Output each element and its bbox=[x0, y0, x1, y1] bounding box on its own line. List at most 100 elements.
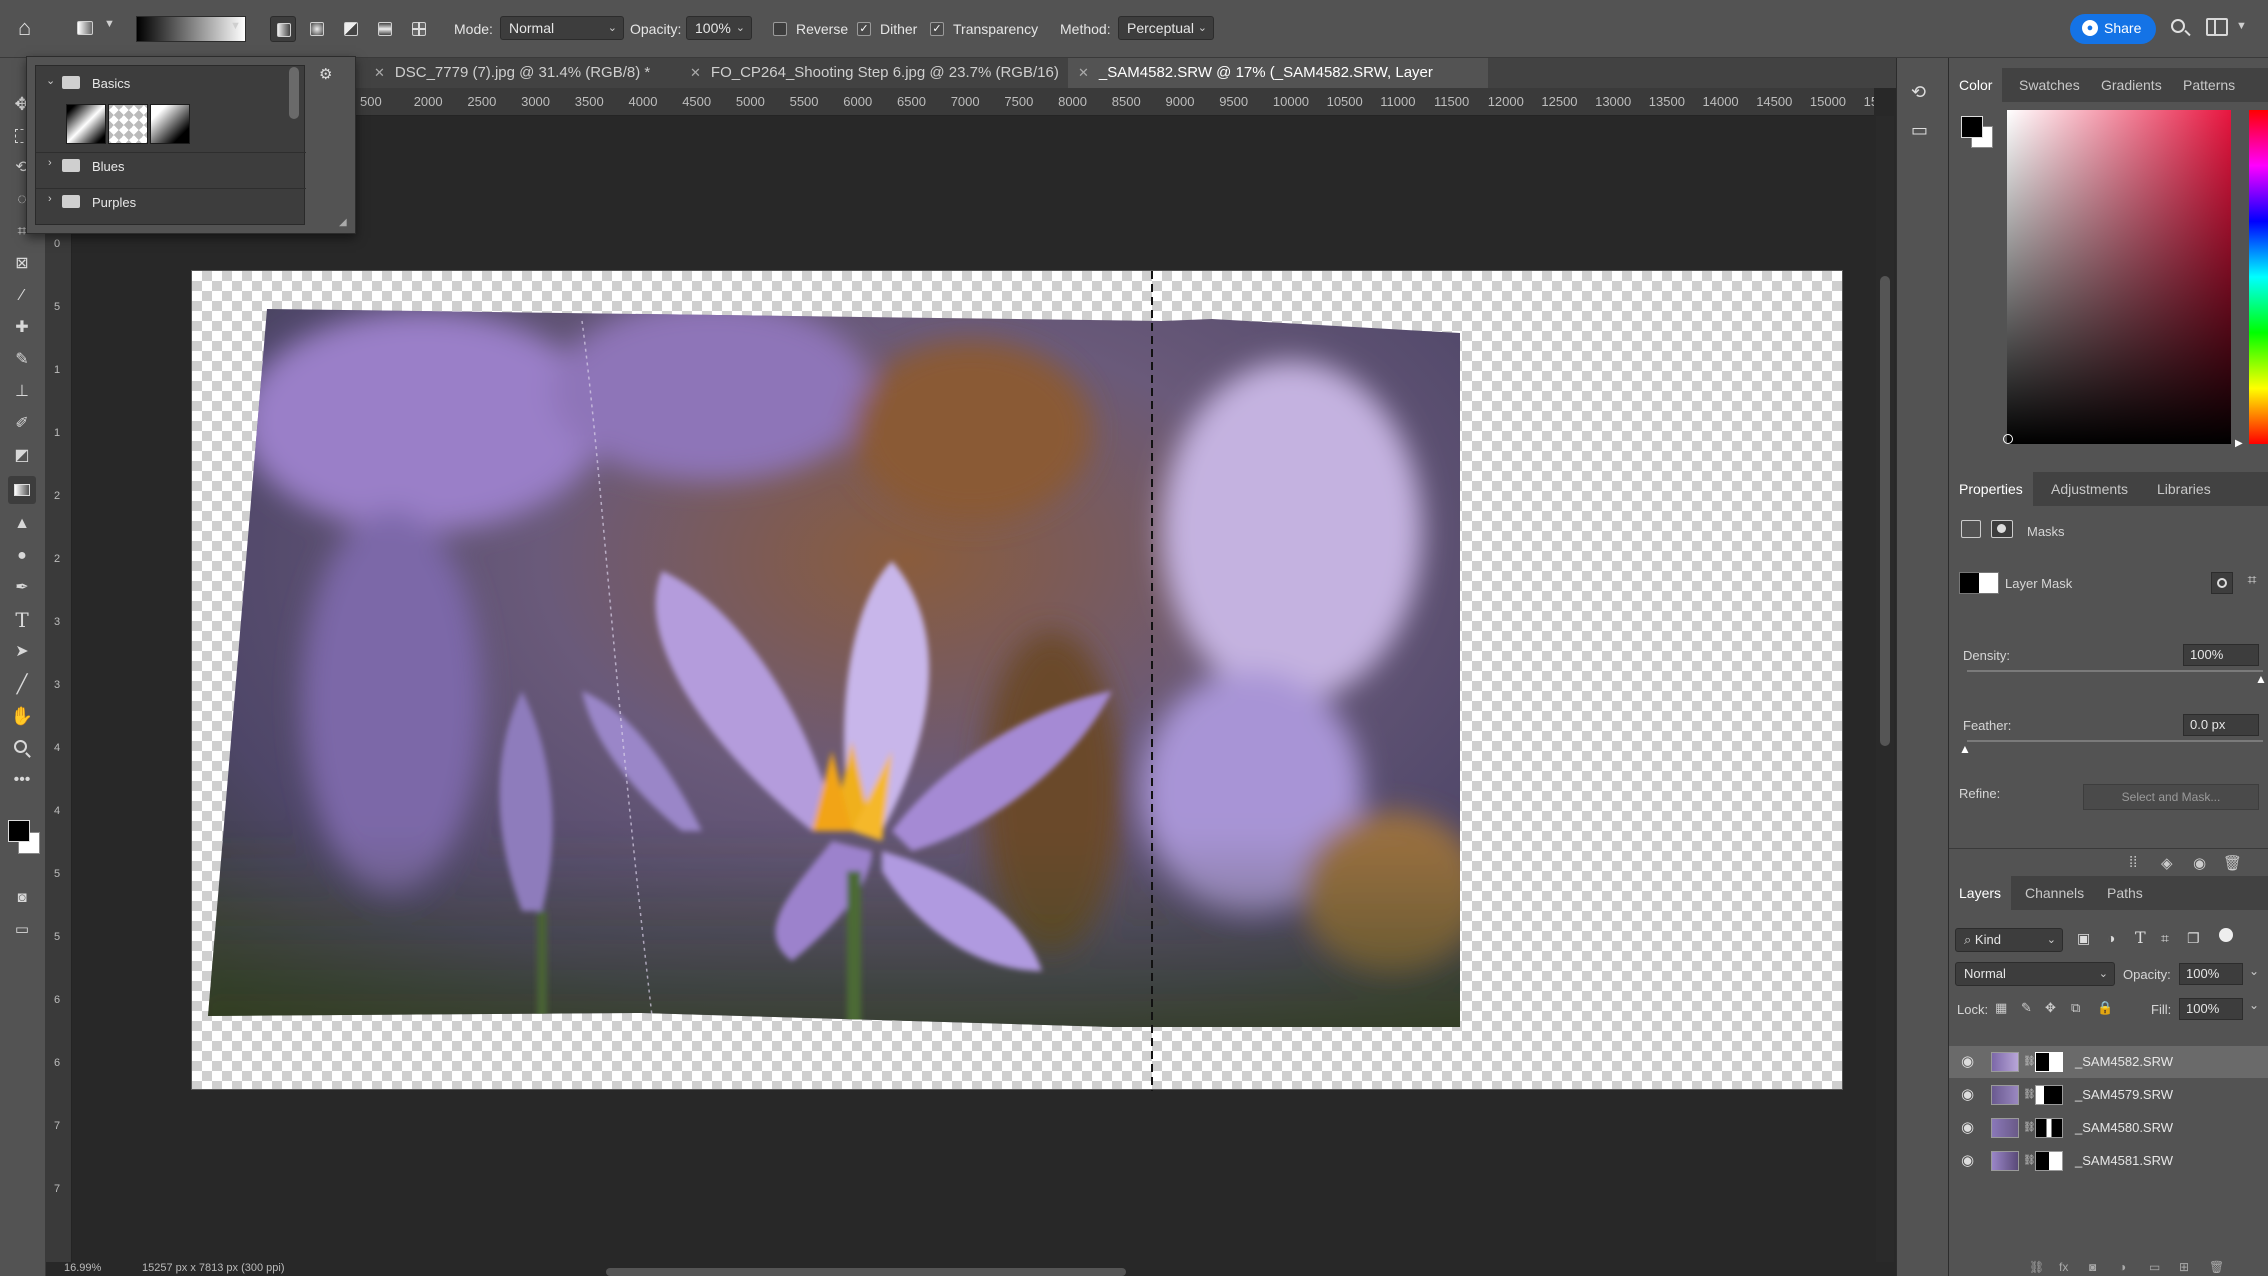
group-icon[interactable]: ▭ bbox=[2149, 1260, 2160, 1274]
hand-tool-icon[interactable]: ✋ bbox=[8, 702, 36, 730]
folder-basics[interactable]: ⌄ Basics bbox=[36, 72, 306, 94]
trash-icon[interactable]: 🗑 bbox=[2223, 854, 2242, 872]
layer-row[interactable]: ◉ ⛓ _SAM4581.SRW bbox=[1949, 1145, 2268, 1177]
filter-type-icon[interactable]: T bbox=[2135, 928, 2146, 947]
history-brush-tool-icon[interactable]: ✐ bbox=[8, 410, 36, 438]
zoom-tool-icon[interactable] bbox=[8, 734, 36, 762]
search-icon[interactable] bbox=[2168, 14, 2192, 42]
eye-icon[interactable]: ◉ bbox=[1961, 1112, 1974, 1144]
quick-mask-icon[interactable]: ◙ bbox=[8, 884, 36, 912]
close-icon[interactable]: ✕ bbox=[690, 65, 701, 80]
blur-tool-icon[interactable]: ▲ bbox=[8, 510, 36, 538]
layer-mask-thumbnail[interactable] bbox=[1959, 572, 1999, 594]
tab-layers[interactable]: Layers bbox=[1949, 876, 2012, 910]
new-layer-icon[interactable]: ⊞ bbox=[2179, 1260, 2189, 1274]
eye-icon[interactable]: ◉ bbox=[1961, 1079, 1974, 1111]
reflected-gradient-icon[interactable] bbox=[372, 16, 398, 42]
filter-smart-object-icon[interactable]: ❐ bbox=[2187, 930, 2200, 947]
tab-libraries[interactable]: Libraries bbox=[2157, 472, 2211, 506]
transparency-checkbox[interactable]: ✓ bbox=[930, 22, 944, 36]
method-select[interactable]: Perceptual ⌄ bbox=[1118, 16, 1214, 40]
eye-icon[interactable]: ◉ bbox=[1961, 1046, 1974, 1078]
layer-mask-mode-icon[interactable] bbox=[1991, 520, 2013, 538]
select-and-mask-button[interactable]: Select and Mask... bbox=[2083, 784, 2259, 810]
chevron-down-icon[interactable]: ▼ bbox=[104, 18, 115, 30]
gradient-tool-preset-icon[interactable] bbox=[72, 15, 98, 41]
density-slider-handle[interactable]: ▲ bbox=[2255, 672, 2267, 686]
layer-filter-select[interactable]: ⌕ Kind ⌄ bbox=[1955, 928, 2063, 952]
folder-purples[interactable]: › Purples bbox=[36, 188, 306, 210]
select-pixels-mask-icon[interactable] bbox=[2211, 572, 2233, 594]
layer-opacity-input[interactable]: 100% bbox=[2179, 963, 2243, 985]
layer-row[interactable]: ◉ ⛓ _SAM4579.SRW bbox=[1949, 1079, 2268, 1111]
feather-slider-track[interactable] bbox=[1967, 740, 2263, 742]
fill-input[interactable]: 100% bbox=[2179, 998, 2243, 1020]
vector-mask-icon[interactable]: ⌗ bbox=[2241, 572, 2263, 594]
dodge-tool-icon[interactable]: ● bbox=[8, 542, 36, 570]
opacity-input[interactable]: 100% ⌄ bbox=[686, 16, 752, 40]
canvas-horizontal-scrollbar[interactable] bbox=[606, 1268, 1126, 1276]
pixel-mask-icon[interactable] bbox=[1961, 520, 1981, 538]
eyedropper-tool-icon[interactable]: ⁄ bbox=[8, 282, 36, 310]
gradient-swatch[interactable] bbox=[150, 104, 190, 144]
color-field[interactable] bbox=[2007, 110, 2231, 444]
color-panel-foreground[interactable] bbox=[1961, 116, 1983, 138]
brush-tool-icon[interactable]: ✎ bbox=[8, 346, 36, 374]
tab-paths[interactable]: Paths bbox=[2107, 876, 2143, 910]
close-icon[interactable]: ✕ bbox=[374, 65, 385, 80]
lock-pixels-icon[interactable]: ✎ bbox=[2021, 1000, 2032, 1016]
fx-icon[interactable]: fx bbox=[2059, 1260, 2068, 1274]
density-input[interactable]: 100% bbox=[2183, 644, 2259, 666]
tab-channels[interactable]: Channels bbox=[2025, 876, 2084, 910]
clone-stamp-tool-icon[interactable]: ⊥ bbox=[8, 378, 36, 406]
frame-tool-icon[interactable]: ⊠ bbox=[8, 250, 36, 278]
radial-gradient-icon[interactable] bbox=[304, 16, 330, 42]
chevron-down-icon[interactable]: ⌄ bbox=[2249, 998, 2259, 1012]
zoom-level[interactable]: 16.99% bbox=[64, 1262, 101, 1274]
link-icon[interactable]: ⛓ bbox=[2023, 1079, 2036, 1111]
tab-patterns[interactable]: Patterns bbox=[2183, 68, 2235, 102]
add-mask-icon[interactable]: ◙ bbox=[2089, 1260, 2096, 1274]
pen-tool-icon[interactable]: ✒ bbox=[8, 574, 36, 602]
share-button[interactable]: ● Share bbox=[2070, 14, 2156, 44]
chevron-down-icon[interactable]: ⌄ bbox=[2249, 964, 2259, 978]
filter-shape-icon[interactable]: ⌗ bbox=[2161, 930, 2169, 947]
link-icon[interactable]: ⛓ bbox=[2023, 1046, 2036, 1078]
layer-mask-thumbnail[interactable] bbox=[2035, 1118, 2063, 1138]
tab-swatches[interactable]: Swatches bbox=[2019, 68, 2080, 102]
gradient-tool-icon[interactable] bbox=[8, 476, 36, 504]
feather-slider-handle[interactable]: ▲ bbox=[1959, 742, 1971, 756]
gear-icon[interactable]: ⚙ bbox=[319, 65, 332, 83]
tab-properties[interactable]: Properties bbox=[1949, 472, 2033, 506]
color-picker-handle[interactable] bbox=[2003, 434, 2013, 444]
angle-gradient-icon[interactable] bbox=[338, 16, 364, 42]
dither-checkbox[interactable]: ✓ bbox=[857, 22, 871, 36]
tab-adjustments[interactable]: Adjustments bbox=[2051, 472, 2128, 506]
link-layers-icon[interactable]: ⛓ bbox=[2029, 1260, 2044, 1274]
tab-color[interactable]: Color bbox=[1949, 68, 2003, 102]
tab-gradients[interactable]: Gradients bbox=[2101, 68, 2162, 102]
layer-mask-thumbnail[interactable] bbox=[2035, 1052, 2063, 1072]
mode-select[interactable]: Normal ⌄ bbox=[500, 16, 624, 40]
feather-input[interactable]: 0.0 px bbox=[2183, 714, 2259, 736]
layer-mask-thumbnail[interactable] bbox=[2035, 1085, 2063, 1105]
chevron-down-icon[interactable]: ▼ bbox=[2236, 20, 2247, 32]
eye-icon[interactable]: ◉ bbox=[2193, 854, 2206, 872]
blend-mode-select[interactable]: Normal ⌄ bbox=[1955, 962, 2115, 986]
resize-grip-icon[interactable]: ◢ bbox=[339, 217, 347, 228]
close-icon[interactable]: ✕ bbox=[1078, 65, 1089, 80]
type-tool-icon[interactable]: T bbox=[8, 606, 36, 634]
filter-toggle[interactable] bbox=[2219, 928, 2233, 942]
canvas-vertical-scrollbar[interactable] bbox=[1876, 116, 1894, 1266]
linear-gradient-icon[interactable] bbox=[270, 16, 296, 42]
tab-sam4582[interactable]: ✕ _SAM4582.SRW @ 17% (_SAM4582.SRW, Layer… bbox=[1068, 58, 1488, 111]
filter-pixel-icon[interactable]: ▣ bbox=[2077, 930, 2090, 947]
link-icon[interactable]: ⛓ bbox=[2023, 1145, 2036, 1177]
document-canvas[interactable] bbox=[191, 270, 1843, 1091]
adjustment-layer-icon[interactable]: ◑ bbox=[2119, 1260, 2126, 1274]
layer-mask-thumbnail[interactable] bbox=[2035, 1151, 2063, 1171]
healing-brush-tool-icon[interactable]: ✚ bbox=[8, 314, 36, 342]
path-selection-tool-icon[interactable]: ➤ bbox=[8, 638, 36, 666]
gradient-list-scrollbar[interactable] bbox=[289, 67, 299, 119]
history-icon[interactable]: ⟲ bbox=[1911, 82, 1926, 103]
